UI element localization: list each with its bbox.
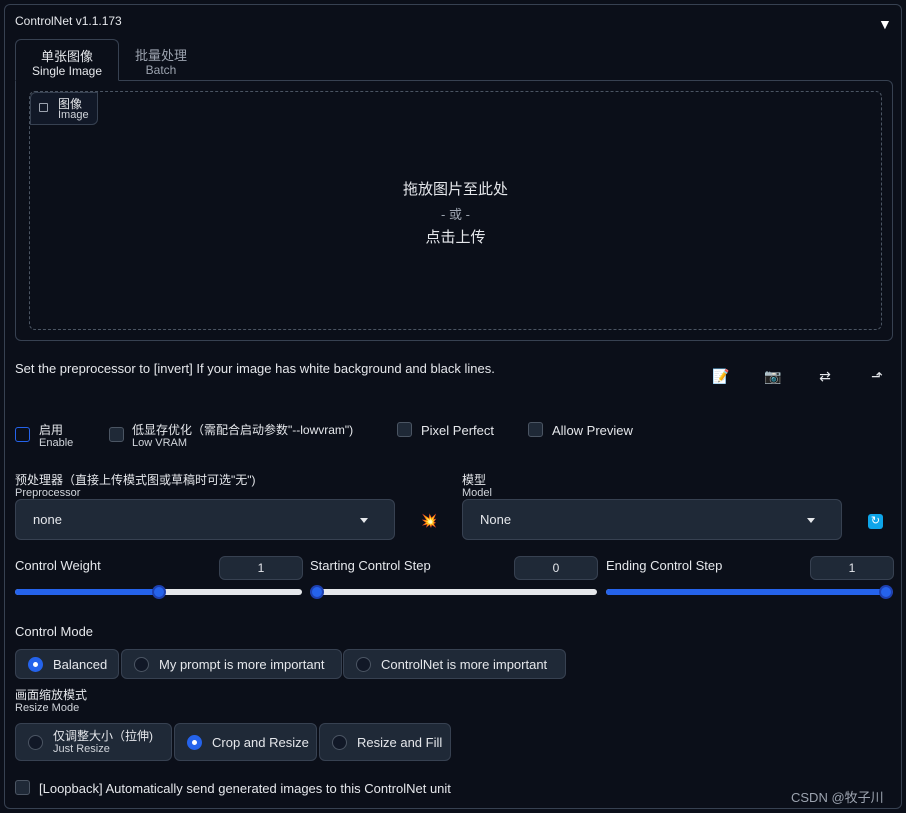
- radio-label: Balanced: [53, 657, 108, 672]
- slider-fill: [15, 589, 159, 595]
- chevron-down-icon: [360, 518, 368, 523]
- tab-label-en: Single Image: [31, 64, 103, 78]
- tab-label-cn: 批量处理: [134, 48, 187, 63]
- starting-step-slider[interactable]: [310, 585, 597, 599]
- radio-label: 仅调整大小（拉伸) Just Resize: [53, 729, 153, 756]
- control-mode-balanced[interactable]: Balanced: [15, 649, 119, 679]
- radio-label: Resize and Fill: [357, 735, 443, 750]
- image-icon: [39, 103, 48, 112]
- lowvram-label-en: Low VRAM: [132, 437, 188, 449]
- radio-label-en: Just Resize: [53, 743, 110, 755]
- radio-label-cn: 仅调整大小（拉伸): [53, 729, 153, 743]
- control-weight-slider[interactable]: [15, 585, 302, 599]
- resize-mode-label-en: Resize Mode: [15, 702, 80, 714]
- control-mode-controlnet[interactable]: ControlNet is more important: [343, 649, 566, 679]
- loopback-label: [Loopback] Automatically send generated …: [39, 781, 451, 796]
- preprocessor-label: 预处理器（直接上传模式图或草稿时可选"无") Preprocessor: [15, 473, 256, 500]
- slider-thumb[interactable]: [310, 585, 324, 599]
- ending-step-slider[interactable]: [606, 585, 893, 599]
- enable-label: 启用 Enable: [39, 423, 73, 450]
- image-label: 图像 Image: [30, 92, 98, 125]
- refresh-icon[interactable]: ↻: [868, 514, 883, 529]
- image-dropzone[interactable]: 图像 Image 拖放图片至此处 - 或 - 点击上传: [29, 91, 882, 330]
- enable-label-en: Enable: [39, 437, 74, 449]
- resize-mode-label-cn: 画面缩放模式: [15, 688, 88, 702]
- enable-label-cn: 启用: [39, 423, 64, 437]
- slider-thumb[interactable]: [879, 585, 893, 599]
- allow-preview-checkbox[interactable]: [528, 422, 543, 437]
- drop-text: 拖放图片至此处: [402, 181, 508, 198]
- edit-icon[interactable]: 📝: [711, 366, 731, 386]
- collapse-icon[interactable]: ▼: [878, 16, 892, 32]
- watermark: CSDN @牧子川: [791, 790, 884, 805]
- resize-mode-resize-and-fill[interactable]: Resize and Fill: [319, 723, 451, 761]
- radio-dot: [356, 657, 371, 672]
- resize-mode-just-resize[interactable]: 仅调整大小（拉伸) Just Resize: [15, 723, 172, 761]
- chevron-down-icon: [807, 518, 815, 523]
- resize-mode-label: 画面缩放模式 Resize Mode: [15, 688, 87, 715]
- model-value: None: [480, 512, 512, 527]
- radio-dot: [134, 657, 149, 672]
- pixel-perfect-checkbox[interactable]: [397, 422, 412, 437]
- starting-step-input[interactable]: 0: [514, 556, 598, 580]
- swap-icon[interactable]: ⇄: [815, 366, 835, 386]
- radio-label: ControlNet is more important: [381, 657, 548, 672]
- starting-step-label: Starting Control Step: [310, 558, 431, 573]
- preprocessor-value: none: [33, 512, 62, 527]
- ending-step-label: Ending Control Step: [606, 558, 723, 573]
- preprocessor-hint: Set the preprocessor to [invert] If your…: [15, 361, 495, 376]
- click-upload-text: 点击上传: [425, 229, 486, 246]
- camera-icon[interactable]: 📷: [763, 366, 783, 386]
- lowvram-label-cn: 低显存优化（需配合启动参数"--lowvram"): [132, 423, 354, 437]
- pixel-perfect-label: Pixel Perfect: [421, 423, 494, 438]
- image-label-en: Image: [58, 109, 89, 121]
- enable-checkbox[interactable]: [15, 427, 30, 442]
- preprocessor-select[interactable]: none: [15, 499, 395, 540]
- radio-dot: [28, 657, 43, 672]
- slider-thumb[interactable]: [151, 585, 166, 599]
- send-icon[interactable]: ⬏: [867, 366, 887, 386]
- lowvram-checkbox[interactable]: [109, 427, 124, 442]
- tab-batch[interactable]: 批量处理 Batch: [127, 39, 195, 81]
- radio-label: Crop and Resize: [212, 735, 309, 750]
- radio-label: My prompt is more important: [159, 657, 325, 672]
- control-mode-label: Control Mode: [15, 624, 94, 639]
- run-preprocessor-icon[interactable]: 💥: [421, 513, 437, 529]
- drop-or-text: - 或 -: [441, 207, 470, 222]
- radio-dot: [28, 735, 43, 750]
- single-image-tab-body: 图像 Image 拖放图片至此处 - 或 - 点击上传: [15, 80, 893, 341]
- ending-step-input[interactable]: 1: [810, 556, 894, 580]
- lowvram-label: 低显存优化（需配合启动参数"--lowvram") Low VRAM: [132, 423, 353, 450]
- resize-mode-crop-and-resize[interactable]: Crop and Resize: [174, 723, 317, 761]
- tab-single-image[interactable]: 单张图像 Single Image: [15, 39, 119, 81]
- radio-dot: [187, 735, 202, 750]
- control-weight-label: Control Weight: [15, 558, 101, 573]
- model-label-cn: 模型: [462, 473, 487, 487]
- slider-fill: [606, 589, 886, 595]
- preprocessor-label-cn: 预处理器（直接上传模式图或草稿时可选"无"): [15, 473, 256, 487]
- loopback-checkbox[interactable]: [15, 780, 30, 795]
- control-weight-input[interactable]: 1: [219, 556, 303, 580]
- allow-preview-label: Allow Preview: [552, 423, 633, 438]
- tab-label-cn: 单张图像: [40, 49, 93, 64]
- model-select[interactable]: None: [462, 499, 842, 540]
- panel-title[interactable]: ControlNet v1.1.173: [15, 14, 122, 28]
- tab-label-en: Batch: [145, 63, 177, 77]
- radio-dot: [332, 735, 347, 750]
- model-label: 模型 Model: [462, 473, 492, 500]
- control-mode-prompt[interactable]: My prompt is more important: [121, 649, 342, 679]
